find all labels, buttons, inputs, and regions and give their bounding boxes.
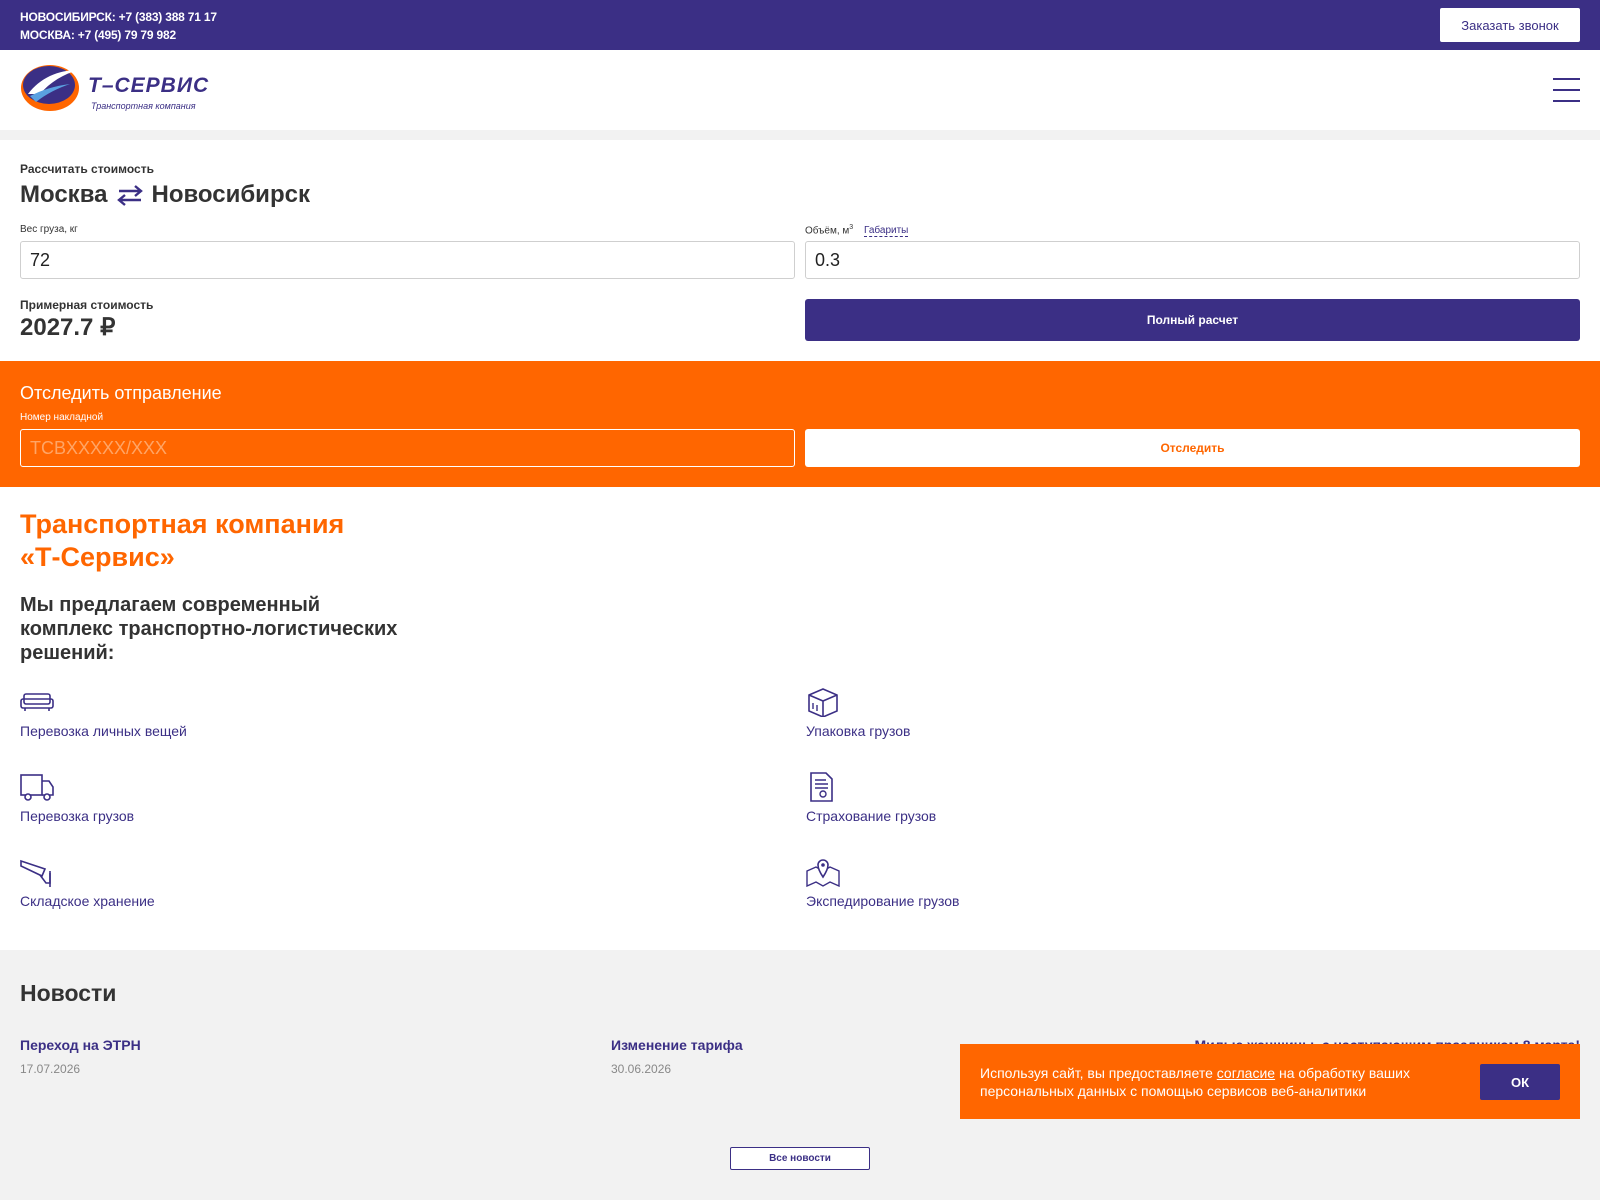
phone-moscow[interactable]: МОСКВА: +7 (495) 79 79 982 <box>20 26 217 44</box>
phone-list: НОВОСИБИРСК: +7 (383) 388 71 17 МОСКВА: … <box>20 8 217 44</box>
service-storage[interactable]: Складское хранение <box>20 857 320 917</box>
tracking-title: Отследить отправление <box>20 383 222 403</box>
sofa-icon <box>20 693 54 711</box>
cookie-ok-button[interactable]: ОК <box>1480 1064 1560 1100</box>
phone-novosibirsk[interactable]: НОВОСИБИРСК: +7 (383) 388 71 17 <box>20 8 217 26</box>
cookie-banner: Используя сайт, вы предоставляете соглас… <box>960 1044 1580 1119</box>
tracking-section: Отследить отправление Номер накладной От… <box>0 361 1600 487</box>
cost-calculator: Рассчитать стоимость Москва Новосибирск … <box>0 140 1600 361</box>
full-calculation-button[interactable]: Полный расчет <box>805 299 1580 341</box>
divider <box>0 130 1600 140</box>
news-item[interactable]: Переход на ЭТРН 17.07.2026 <box>20 1037 141 1076</box>
route-from[interactable]: Москва <box>20 181 107 209</box>
track-button[interactable]: Отследить <box>805 429 1580 467</box>
swap-arrows-icon[interactable] <box>117 184 144 206</box>
waybill-label: Номер накладной <box>20 412 104 423</box>
route-to[interactable]: Новосибирск <box>151 181 309 209</box>
dimensions-link[interactable]: Габариты <box>863 225 909 238</box>
news-item[interactable]: Изменение тарифа 30.06.2026 <box>611 1037 743 1076</box>
about-section: Транспортная компания «Т-Сервис» Мы пред… <box>0 487 1600 950</box>
calculator-caption: Рассчитать стоимость <box>20 162 154 176</box>
order-callback-button[interactable]: Заказать звонок <box>1440 8 1580 42</box>
volume-label: Объём, м3 Габариты <box>805 224 909 238</box>
service-packing[interactable]: Упаковка грузов <box>806 687 1106 747</box>
site-header: Т–СЕРВИС Транспортная компания <box>0 50 1600 130</box>
volume-input[interactable] <box>805 241 1580 279</box>
service-personal-items[interactable]: Перевозка личных вещей <box>20 687 320 747</box>
camera-icon <box>20 859 51 887</box>
about-title: Транспортная компания «Т-Сервис» <box>20 509 345 572</box>
about-subtitle: Мы предлагаем современный комплекс транс… <box>20 594 398 664</box>
all-news-button[interactable]: Все новости <box>730 1147 870 1170</box>
consent-link[interactable]: согласие <box>1217 1065 1275 1081</box>
truck-icon <box>20 774 54 801</box>
approx-cost-label: Примерная стоимость <box>20 298 154 312</box>
map-pin-icon <box>806 859 840 887</box>
box-icon <box>808 688 838 717</box>
logo-brand: Т–СЕРВИС <box>88 74 210 97</box>
route: Москва Новосибирск <box>20 181 310 209</box>
logo-emblem-icon <box>21 65 79 111</box>
news-title: Новости <box>20 980 117 1006</box>
document-icon <box>810 772 833 802</box>
logo[interactable]: Т–СЕРВИС Транспортная компания <box>20 60 210 114</box>
service-cargo-transport[interactable]: Перевозка грузов <box>20 772 320 832</box>
logo-subtitle: Транспортная компания <box>91 101 196 111</box>
volume-unit-superscript: 3 <box>849 224 854 231</box>
service-insurance[interactable]: Страхование грузов <box>806 772 1106 832</box>
cookie-text: Используя сайт, вы предоставляете соглас… <box>980 1065 1410 1099</box>
waybill-input[interactable] <box>20 429 795 467</box>
top-bar: НОВОСИБИРСК: +7 (383) 388 71 17 МОСКВА: … <box>0 0 1600 50</box>
weight-label: Вес груза, кг <box>20 224 78 235</box>
service-forwarding[interactable]: Экспедирование грузов <box>806 857 1106 917</box>
weight-input[interactable] <box>20 241 795 279</box>
menu-burger-icon[interactable] <box>1553 78 1580 102</box>
approx-cost-value: 2027.7 ₽ <box>20 314 116 341</box>
